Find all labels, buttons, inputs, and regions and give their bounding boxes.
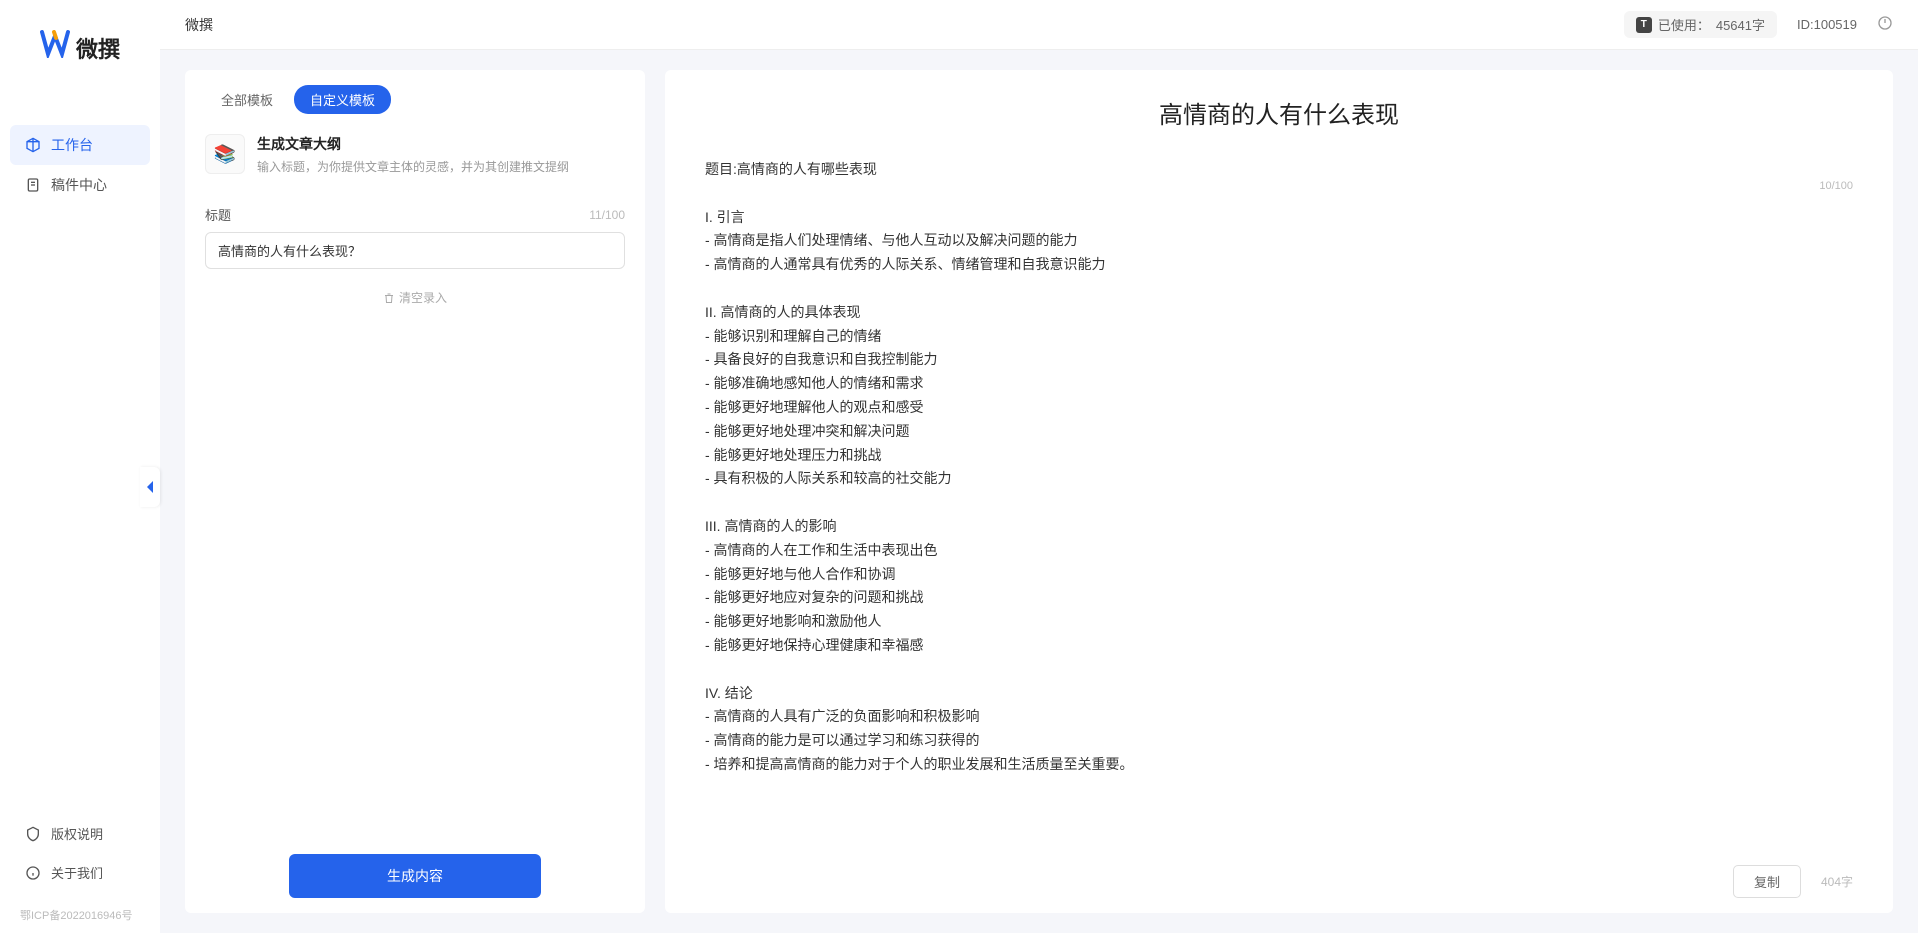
sidebar-collapse-button[interactable]	[140, 467, 160, 507]
clear-label: 清空录入	[399, 289, 447, 306]
topbar-right: T 已使用： 45641字 ID:100519	[1624, 11, 1893, 38]
logo-text: 微撰	[76, 32, 120, 64]
power-button[interactable]	[1877, 15, 1893, 34]
nav-label: 版权说明	[51, 824, 103, 843]
user-id: ID:100519	[1797, 17, 1857, 32]
trash-icon	[383, 292, 395, 304]
sidebar-bottom: 版权说明 关于我们	[0, 814, 160, 902]
sidebar: 微撰 工作台 稿件中心 版权说明 关于我们 鄂ICP备2022016946号	[0, 0, 160, 933]
copy-button[interactable]: 复制	[1733, 865, 1801, 898]
tab-all-templates[interactable]: 全部模板	[205, 85, 289, 114]
logo[interactable]: 微撰	[0, 30, 160, 65]
output-title-counter: 10/100	[1819, 180, 1853, 192]
topbar: 微撰 T 已使用： 45641字 ID:100519	[160, 0, 1918, 50]
template-card: 📚 生成文章大纲 输入标题，为你提供文章主体的灵感，并为其创建推文提纲	[205, 134, 625, 175]
title-field-header: 标题 11/100	[205, 205, 625, 224]
output-heading: 高情商的人有什么表现	[705, 95, 1853, 130]
books-icon: 📚	[205, 134, 245, 174]
nav-label: 工作台	[51, 135, 93, 155]
word-count: 404字	[1821, 873, 1853, 890]
nav-label: 关于我们	[51, 863, 103, 882]
usage-value: 45641字	[1716, 15, 1765, 34]
nav-item-workbench[interactable]: 工作台	[10, 125, 150, 165]
input-panel: 全部模板 自定义模板 📚 生成文章大纲 输入标题，为你提供文章主体的灵感，并为其…	[185, 70, 645, 913]
clear-button[interactable]: 清空录入	[205, 289, 625, 306]
generate-button[interactable]: 生成内容	[289, 854, 541, 898]
nav-label: 稿件中心	[51, 175, 107, 195]
cube-icon	[25, 137, 41, 153]
output-footer: 复制 404字	[705, 855, 1853, 898]
page-title: 微撰	[185, 15, 213, 35]
icp-text: 鄂ICP备2022016946号	[0, 902, 160, 933]
title-label: 标题	[205, 205, 231, 224]
nav-item-drafts[interactable]: 稿件中心	[10, 165, 150, 205]
chevron-left-icon	[145, 480, 155, 494]
title-counter: 11/100	[589, 208, 625, 222]
power-icon	[1877, 15, 1893, 31]
content: 全部模板 自定义模板 📚 生成文章大纲 输入标题，为你提供文章主体的灵感，并为其…	[160, 50, 1918, 933]
shield-icon	[25, 826, 41, 842]
nav-item-about[interactable]: 关于我们	[10, 853, 150, 892]
usage-label: 已使用：	[1658, 15, 1710, 34]
tab-custom-templates[interactable]: 自定义模板	[294, 85, 391, 114]
logo-icon	[40, 30, 70, 65]
info-icon	[25, 865, 41, 881]
document-icon	[25, 177, 41, 193]
output-body: 题目:高情商的人有哪些表现 I. 引言 - 高情商是指人们处理情绪、与他人互动以…	[705, 138, 1853, 855]
template-desc: 输入标题，为你提供文章主体的灵感，并为其创建推文提纲	[257, 158, 569, 175]
usage-badge[interactable]: T 已使用： 45641字	[1624, 11, 1777, 38]
nav-item-copyright[interactable]: 版权说明	[10, 814, 150, 853]
nav: 工作台 稿件中心	[0, 125, 160, 814]
template-title: 生成文章大纲	[257, 134, 569, 154]
title-input[interactable]	[205, 232, 625, 269]
tabs: 全部模板 自定义模板	[205, 85, 625, 114]
text-icon: T	[1636, 17, 1652, 33]
main: 微撰 T 已使用： 45641字 ID:100519 全部模板 自定义模板	[160, 0, 1918, 933]
output-panel: 高情商的人有什么表现 10/100 题目:高情商的人有哪些表现 I. 引言 - …	[665, 70, 1893, 913]
